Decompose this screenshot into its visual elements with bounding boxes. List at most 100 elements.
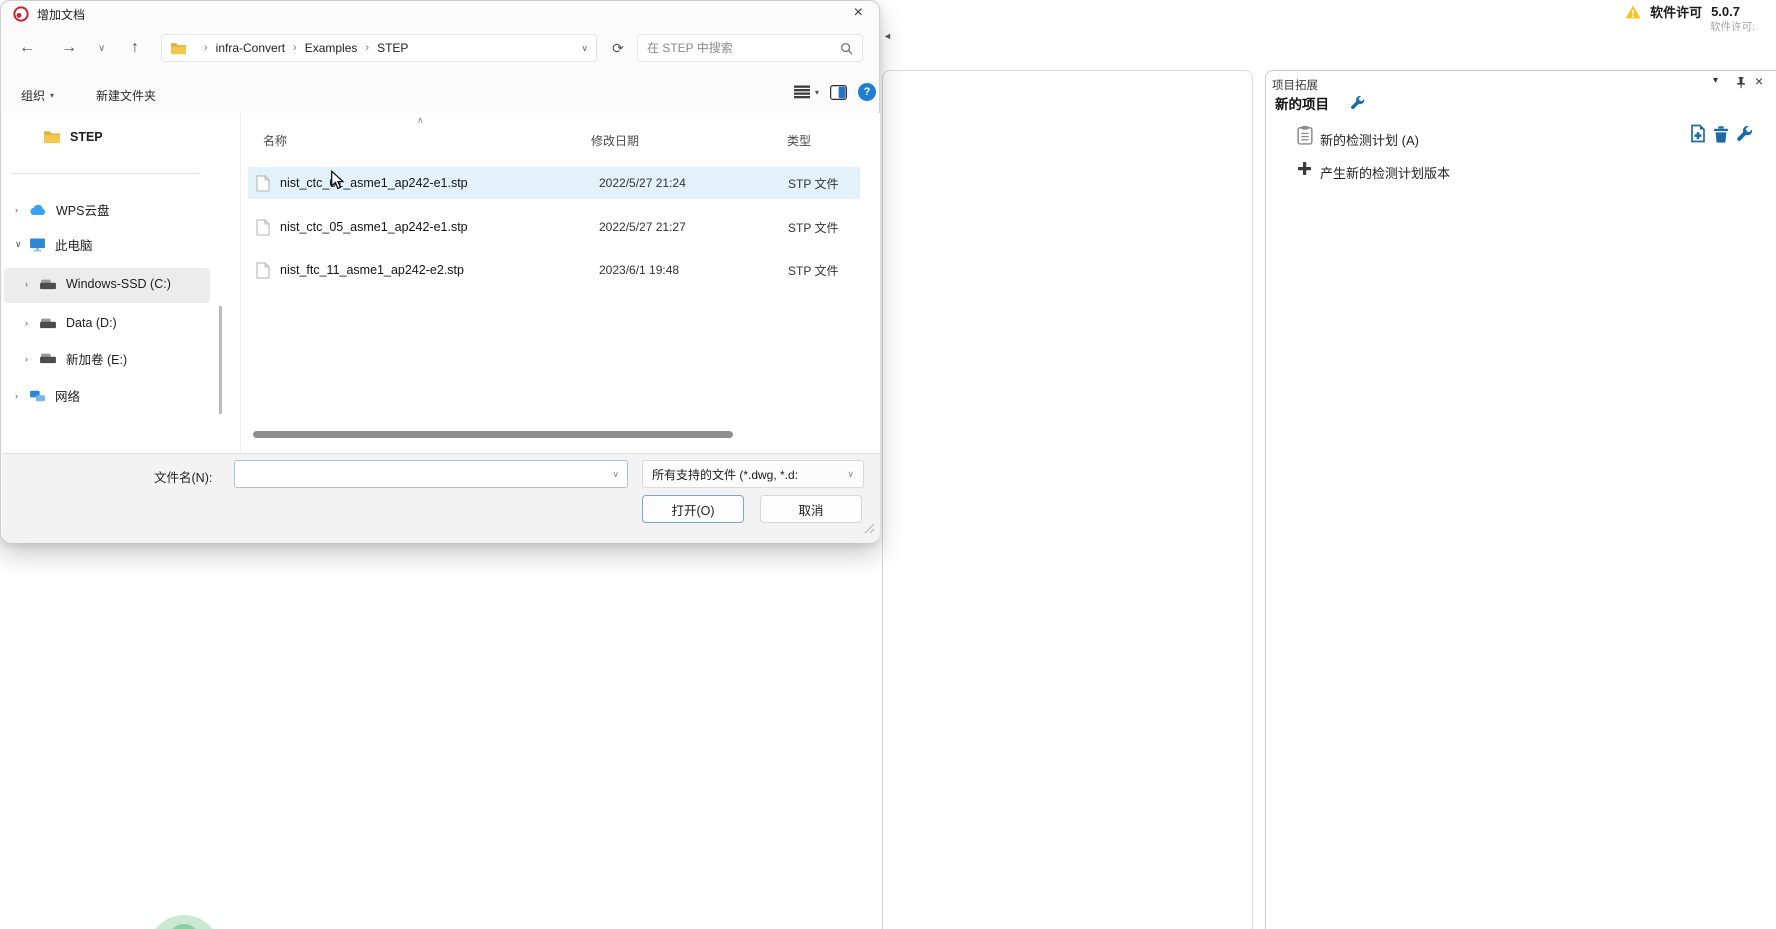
filename-dropdown-chevron-icon[interactable]: ∨ [612,469,619,480]
sidebar-item-network[interactable]: › 网络 [15,386,80,405]
forward-icon[interactable]: → [61,31,77,65]
sort-ascending-icon[interactable]: ∧ [417,115,424,126]
view-caret-icon[interactable]: ▾ [815,88,819,97]
computer-icon [29,237,46,252]
filetype-select[interactable]: 所有支持的文件 (*.dwg, *.d: ∨ [642,460,864,488]
breadcrumb-segment[interactable]: STEP [377,41,408,55]
license-tooltip-text: 软件许可: [1710,19,1755,34]
file-type: STP 文件 [788,175,838,192]
refresh-icon[interactable]: ⟳ [605,34,631,62]
file-name: nist_ftc_11_asme1_ap242-e2.stp [280,263,464,277]
add-plus-icon[interactable] [1297,161,1312,181]
sidebar-item-label: 网络 [55,386,80,405]
resize-grip[interactable] [861,520,875,539]
address-dropdown-chevron-icon[interactable]: ∨ [581,43,588,54]
sidebar-item-new-volume-e[interactable]: › 新加卷 (E:) [25,349,127,368]
sidebar-item-label: STEP [70,130,103,144]
filename-input[interactable] [243,467,612,481]
panel-menu-caret-icon[interactable]: ▾ [1713,75,1718,86]
file-date: 2022/5/27 21:27 [599,220,686,234]
dialog-toolbar: 组织 ▾ 新建文件夹 ▾ ? [1,79,879,111]
preview-pane-icon[interactable] [830,85,847,100]
folder-icon [43,129,61,144]
filetype-value: 所有支持的文件 (*.dwg, *.d: [652,466,798,483]
network-icon [29,389,46,403]
breadcrumb-segment[interactable]: infra-Convert [216,41,285,55]
breadcrumb-segment[interactable]: Examples [305,41,358,55]
sidebar-item-windows-ssd-c[interactable]: › Windows-SSD (C:) [25,277,171,291]
cancel-button[interactable]: 取消 [760,495,862,523]
breadcrumb[interactable]: › infra-Convert › Examples › STEP ∨ [161,34,597,62]
project-name: 新的项目 [1275,93,1329,113]
delete-trash-icon[interactable] [1713,125,1729,143]
sidebar-item-this-pc[interactable]: ∨ 此电脑 [15,235,93,254]
mouse-cursor [330,170,345,196]
panel-title: 项目拓展 [1272,77,1318,93]
dialog-footer: 文件名(N): ∨ 所有支持的文件 (*.dwg, *.d: ∨ 打开(O) 取… [2,453,880,543]
license-label: 软件许可 [1650,2,1702,21]
sidebar-separator [11,173,199,174]
expander-chevron-icon[interactable]: › [25,279,39,289]
project-extension-panel: 项目拓展 ▾ × 新的项目 新的检测计划 (A) 产生新的检 [1265,70,1776,929]
app-window: 软件许可 5.0.7 软件许可: ◄ 项目拓展 ▾ × 新的项目 新的检测计划 … [0,0,1776,929]
organize-label: 组织 [21,87,45,104]
inspection-plan-item[interactable]: 新的检测计划 (A) [1320,130,1419,149]
column-header-name[interactable]: 名称 [263,132,287,149]
app-version: 5.0.7 [1711,4,1740,19]
list-view-icon[interactable] [794,85,810,99]
project-settings-wrench-icon[interactable] [1350,95,1365,115]
expander-chevron-icon[interactable]: › [25,354,39,364]
dialog-close-icon[interactable]: × [850,4,867,22]
column-header-type[interactable]: 类型 [787,132,811,149]
open-button[interactable]: 打开(O) [642,495,744,523]
file-name: nist_ctc_05_asme1_ap242-e1.stp [280,220,468,234]
expander-chevron-icon[interactable]: › [15,391,29,401]
search-icon [840,42,853,55]
column-header-date[interactable]: 修改日期 [591,132,639,149]
dialog-title: 增加文档 [37,6,85,23]
search-input[interactable] [647,41,840,55]
settings-wrench-icon[interactable] [1736,125,1753,142]
filetype-dropdown-chevron-icon: ∨ [847,469,854,480]
file-icon [256,262,270,279]
panel-pin-icon[interactable] [1736,76,1746,94]
file-date: 2022/5/27 21:24 [599,176,686,190]
file-date: 2023/6/1 19:48 [599,263,679,277]
horizontal-scrollbar[interactable] [253,431,733,438]
create-plan-version-item[interactable]: 产生新的检测计划版本 [1320,163,1450,182]
drive-icon [39,278,57,291]
expander-chevron-icon[interactable]: › [25,318,39,328]
document-area [882,70,1253,929]
history-chevron-icon[interactable]: ∨ [98,31,105,65]
crumb-separator: › [204,42,208,54]
new-folder-button[interactable]: 新建文件夹 [96,87,156,104]
up-icon[interactable]: ↑ [131,31,139,65]
expander-chevron-icon[interactable]: ∨ [15,239,29,250]
file-type: STP 文件 [788,262,838,279]
sidebar-scrollbar[interactable] [219,306,222,414]
sidebar-item-step[interactable]: STEP [43,129,103,144]
file-type: STP 文件 [788,219,838,236]
sidebar-item-data-d[interactable]: › Data (D:) [25,316,117,330]
file-icon [256,175,270,192]
help-icon[interactable]: ? [858,83,876,101]
sidebar-item-label: Data (D:) [66,316,117,330]
panel-close-icon[interactable]: × [1755,73,1763,89]
organize-caret-icon: ▾ [50,91,54,100]
file-row[interactable]: nist_ctc_05_asme1_ap242-e1.stp 2022/5/27… [248,211,860,243]
sidebar-item-wps-cloud[interactable]: › WPS云盘 [15,200,109,219]
folder-icon [170,41,187,55]
organize-menu[interactable]: 组织 ▾ [21,87,54,104]
back-icon[interactable]: ← [19,31,35,65]
expander-chevron-icon[interactable]: › [15,205,29,215]
toolbar-collapse-icon[interactable]: ◄ [883,31,892,41]
file-row[interactable]: nist_ftc_11_asme1_ap242-e2.stp 2023/6/1 … [248,254,860,286]
add-document-dialog: 增加文档 × ← → ∨ ↑ › infra-Convert › Example… [0,0,880,543]
dialog-titlebar: 增加文档 × [1,1,879,27]
filename-label: 文件名(N): [154,467,212,486]
warning-icon [1625,5,1641,19]
crumb-separator: › [365,42,369,54]
filename-combo: ∨ [234,460,628,488]
cloud-icon [29,203,47,216]
new-document-icon[interactable] [1690,124,1706,143]
